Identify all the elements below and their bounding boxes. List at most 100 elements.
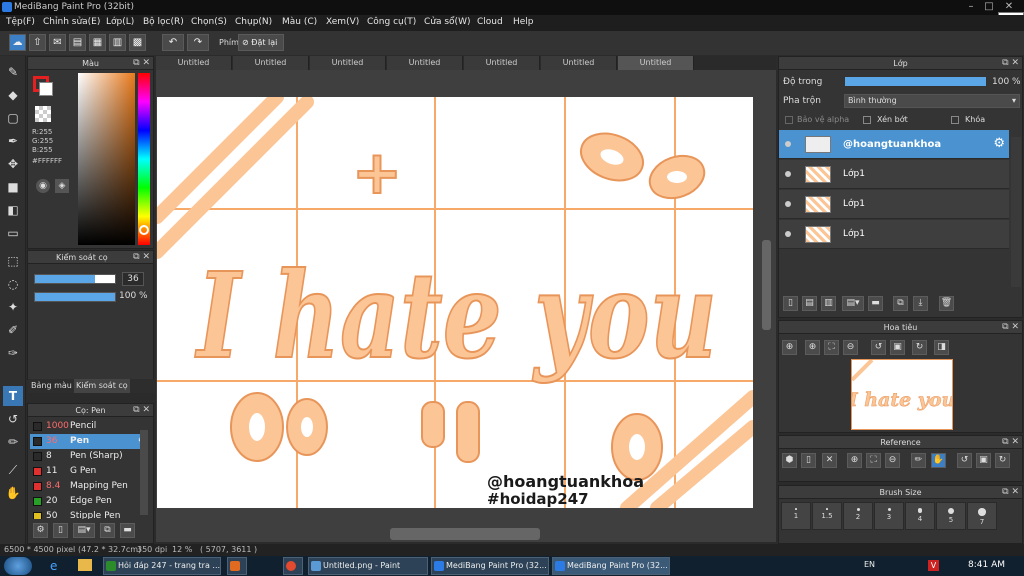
dropper-tool-icon[interactable]: ⟋ <box>3 460 23 480</box>
panel-close-icon[interactable]: ⧉ ✕ <box>1002 321 1019 334</box>
opacity-slider[interactable] <box>34 292 116 302</box>
open-image-icon[interactable]: ⬢ <box>782 453 797 468</box>
canvas-horizontal-scrollbar[interactable] <box>390 528 540 540</box>
undo-icon[interactable]: ↶ <box>162 34 184 51</box>
canvas-vertical-scrollbar[interactable] <box>762 240 771 330</box>
panel-close-icon[interactable]: ⧉ ✕ <box>1002 57 1019 70</box>
brush-item[interactable]: 8 Pen (Sharp) <box>30 449 148 464</box>
select-pen-tool-icon[interactable]: ✐ <box>3 320 23 340</box>
menu-edit[interactable]: Chỉnh sửa(E) <box>43 17 100 27</box>
size-value[interactable]: 36 <box>122 272 144 286</box>
cloud-icon[interactable]: ☁ <box>9 34 26 51</box>
pen-tool-icon[interactable]: ✒ <box>3 131 23 151</box>
close-reference-icon[interactable]: ✕ <box>822 453 837 468</box>
brush-item[interactable]: 20 Edge Pen <box>30 494 148 509</box>
rotate-left-icon[interactable]: ↺ <box>871 340 886 355</box>
menu-tools[interactable]: Công cụ(T) <box>367 17 416 27</box>
alpha-protect-checkbox[interactable] <box>785 116 793 124</box>
size-slider[interactable] <box>34 274 116 284</box>
merge-layer-icon[interactable]: ⤓ <box>913 296 928 311</box>
duplicate-layer-icon[interactable]: ⧉ <box>893 296 908 311</box>
document-tab[interactable]: Untitled <box>156 56 232 70</box>
blend-mode-select[interactable]: Bình thường ▾ <box>844 94 1020 108</box>
menu-color[interactable]: Màu (C) <box>282 17 317 27</box>
panel-close-icon[interactable]: ⧉ ✕ <box>133 251 150 264</box>
palette-icon[interactable]: ◉ <box>36 179 50 193</box>
lock-checkbox[interactable] <box>951 116 959 124</box>
fill-rect-tool-icon[interactable]: ■ <box>3 177 23 197</box>
move-tool-icon[interactable]: ✥ <box>3 154 23 174</box>
new-brush-icon[interactable]: ▯ <box>53 523 68 538</box>
taskbar-item[interactable]: Untitled.png - Paint <box>308 557 428 575</box>
new-layer-icon[interactable]: ▯ <box>783 296 798 311</box>
brush-size-cell[interactable]: 1 <box>781 502 811 530</box>
layer-folder-icon[interactable]: ▬ <box>868 296 883 311</box>
zoom-in-icon[interactable]: ⊕ <box>847 453 862 468</box>
tiles-icon[interactable]: ▩ <box>129 34 146 51</box>
layer-opacity-slider[interactable] <box>844 76 987 87</box>
document-icon[interactable]: ▦ <box>89 34 106 51</box>
folder-icon[interactable] <box>78 559 92 571</box>
hand-icon[interactable]: ✋ <box>931 453 946 468</box>
note-icon[interactable]: ▤ <box>69 34 86 51</box>
clipping-checkbox[interactable] <box>863 116 871 124</box>
brush-item[interactable]: 1000 Pencil <box>30 419 148 434</box>
menu-window[interactable]: Cửa sổ(W) <box>424 17 470 27</box>
hand-tool-icon[interactable]: ✋ <box>3 483 23 503</box>
document-tab[interactable]: Untitled <box>310 56 386 70</box>
transparent-swatch[interactable] <box>35 106 51 122</box>
flip-icon[interactable]: ◨ <box>934 340 949 355</box>
start-button[interactable] <box>4 557 32 575</box>
actual-size-icon[interactable]: ▣ <box>976 453 991 468</box>
ie-icon[interactable]: e <box>50 559 64 573</box>
language-indicator[interactable]: EN <box>864 560 875 569</box>
menu-view[interactable]: Xem(V) <box>326 17 359 27</box>
hue-slider[interactable] <box>138 73 150 245</box>
document-tab[interactable]: Untitled <box>541 56 617 70</box>
brush-size-cell[interactable]: 1.5 <box>812 502 842 530</box>
eraser-tool-icon[interactable]: ◆ <box>3 85 23 105</box>
fit-icon[interactable]: ⛶ <box>824 340 839 355</box>
layer-row[interactable]: @hoangtuankhoa ⚙ <box>779 130 1009 159</box>
document-tab[interactable]: Untitled <box>233 56 309 70</box>
delete-layer-icon[interactable]: 🗑 <box>939 296 954 311</box>
bucket-tool-icon[interactable]: ◧ <box>3 200 23 220</box>
tab-color-palette[interactable]: Bảng màu <box>31 379 72 393</box>
layer-row[interactable]: Lớp1 <box>779 190 1009 219</box>
brush-list-scrollbar[interactable] <box>140 430 148 515</box>
new-reference-icon[interactable]: ▯ <box>801 453 816 468</box>
maximize-button[interactable]: □ <box>980 0 998 14</box>
layer-row[interactable]: Lớp1 <box>779 220 1009 249</box>
panel-close-icon[interactable]: ⧉ ✕ <box>1002 436 1019 449</box>
media-taskbar-item[interactable] <box>227 557 247 575</box>
menu-layer[interactable]: Lớp(L) <box>106 17 134 27</box>
tab-brush-control[interactable]: Kiểm soát cọ <box>74 379 130 393</box>
brush-item[interactable]: 8.4 Mapping Pen <box>30 479 148 494</box>
gear-icon[interactable]: ⚙ <box>993 136 1005 151</box>
add-brush-icon[interactable]: ▤▾ <box>73 523 95 538</box>
gradient-tool-icon[interactable]: ▭ <box>3 223 23 243</box>
brush-size-cell[interactable]: 5 <box>936 502 966 530</box>
color-set-icon[interactable]: ◈ <box>55 179 69 193</box>
new-8bit-layer-icon[interactable]: ▥ <box>821 296 836 311</box>
document-tab[interactable]: Untitled <box>387 56 463 70</box>
rotate-right-icon[interactable]: ↻ <box>912 340 927 355</box>
taskbar-item[interactable]: MediBang Paint Pro (32... <box>431 557 549 575</box>
saturation-value-picker[interactable] <box>78 73 135 245</box>
magic-wand-tool-icon[interactable]: ✦ <box>3 297 23 317</box>
brush-item[interactable]: 50 Stipple Pen <box>30 509 148 519</box>
select-eraser-tool-icon[interactable]: ✑ <box>3 343 23 363</box>
rotate-right-icon[interactable]: ↻ <box>995 453 1010 468</box>
chrome-taskbar-item[interactable] <box>283 557 303 575</box>
rect-select-tool-icon[interactable]: ▢ <box>3 108 23 128</box>
redo-icon[interactable]: ↷ <box>187 34 209 51</box>
zoom-in-icon[interactable]: ⊕ <box>782 340 797 355</box>
taskbar-item[interactable]: MediBang Paint Pro (32... <box>552 557 670 575</box>
zoom-out-icon[interactable]: ⊖ <box>843 340 858 355</box>
brush-tool-icon[interactable]: ✎ <box>3 62 23 82</box>
antivirus-icon[interactable]: V <box>928 560 939 571</box>
eyedropper-icon[interactable]: ✏ <box>911 453 926 468</box>
text-tool-icon[interactable]: T <box>3 386 23 406</box>
selection-tool-icon[interactable]: ⬚ <box>3 251 23 271</box>
background-color-swatch[interactable] <box>39 82 53 96</box>
